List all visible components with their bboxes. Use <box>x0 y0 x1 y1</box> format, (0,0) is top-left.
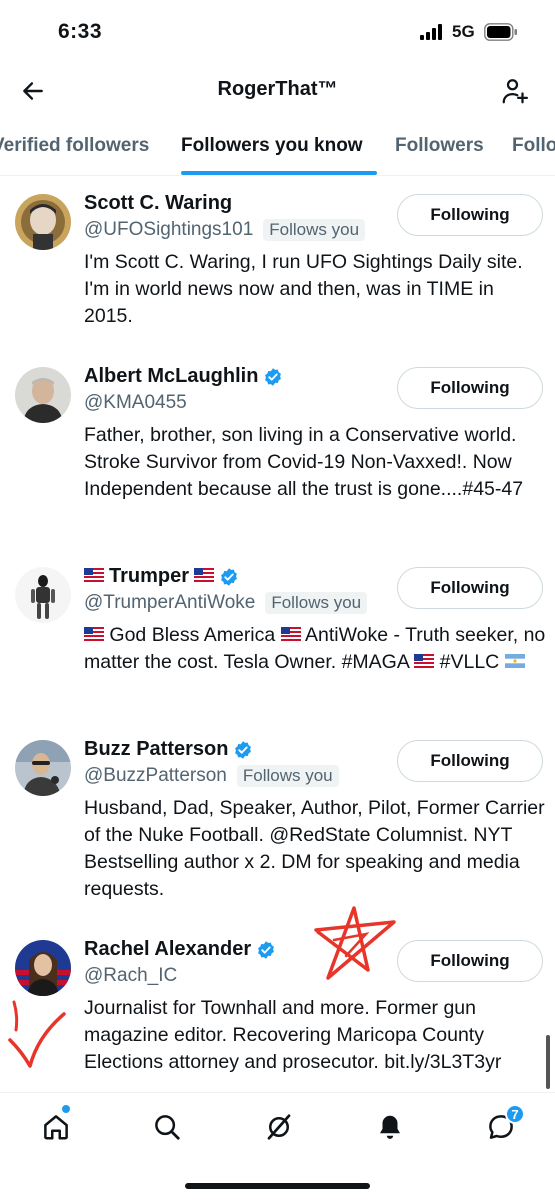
user-handle: @KMA0455 <box>84 392 187 413</box>
us-flag-icon <box>280 626 301 641</box>
messages-badge: 7 <box>505 1104 525 1124</box>
following-button[interactable]: Following <box>397 367 543 409</box>
following-button[interactable]: Following <box>397 194 543 236</box>
verified-badge-icon <box>258 940 275 959</box>
tab-followers[interactable]: Followers <box>395 135 484 157</box>
add-user-icon <box>502 79 528 104</box>
home-notification-dot <box>62 1105 70 1113</box>
avatar[interactable] <box>15 367 71 423</box>
battery-icon <box>484 23 517 41</box>
user-handle: @Rach_IC <box>84 965 178 986</box>
follows-you-badge: Follows you <box>236 765 339 787</box>
scrollbar[interactable] <box>546 1035 550 1089</box>
nav-home[interactable] <box>36 1107 76 1147</box>
verified-badge-icon <box>221 567 237 586</box>
argentina-flag-icon <box>504 653 525 668</box>
avatar[interactable] <box>15 740 71 796</box>
avatar[interactable] <box>15 194 71 250</box>
us-flag-icon <box>84 626 104 641</box>
follows-you-badge: Follows you <box>263 219 366 241</box>
user-handle-line: @BuzzPatterson Follows you <box>84 765 339 787</box>
user-handle-line: @TrumperAntiWoke Follows you <box>84 592 368 614</box>
home-icon <box>44 1115 68 1140</box>
nav-notifications[interactable] <box>370 1107 410 1147</box>
user-handle: @TrumperAntiWoke <box>84 592 256 613</box>
user-name[interactable]: Albert McLaughlin <box>84 365 283 388</box>
verified-badge-icon <box>235 740 252 759</box>
user-handle: @UFOSightings101 <box>84 219 254 240</box>
us-flag-icon <box>194 567 215 582</box>
user-name[interactable]: Rachel Alexander <box>84 938 276 961</box>
following-button[interactable]: Following <box>397 567 543 609</box>
home-indicator <box>185 1183 370 1189</box>
avatar[interactable] <box>15 567 71 623</box>
page-title: RogerThat™ <box>217 78 338 100</box>
bell-icon <box>380 1115 400 1139</box>
us-flag-icon <box>84 567 104 582</box>
verified-badge-icon <box>265 367 282 386</box>
status-time: 6:33 <box>58 20 103 43</box>
user-handle: @BuzzPatterson <box>84 765 227 786</box>
header: RogerThat™ <box>0 62 555 120</box>
signal-icon <box>420 24 442 40</box>
user-bio: Father, brother, son living in a Conserv… <box>84 424 524 500</box>
add-user-button[interactable] <box>496 72 534 110</box>
tab-following[interactable]: Following <box>512 135 555 157</box>
user-name[interactable]: Scott C. Waring <box>84 192 232 215</box>
status-bar: 6:33 5G <box>0 0 555 62</box>
nav-grok[interactable] <box>259 1107 299 1147</box>
user-handle-line: @KMA0455 <box>84 392 187 414</box>
user-name[interactable]: Buzz Patterson <box>84 738 253 761</box>
user-name[interactable]: Trumper <box>84 565 239 588</box>
user-handle-line: @UFOSightings101 Follows you <box>84 219 366 241</box>
following-button[interactable]: Following <box>397 740 543 782</box>
avatar[interactable] <box>15 940 71 996</box>
us-flag-icon <box>414 653 435 668</box>
red-checkmark-annotation <box>8 1000 66 1068</box>
red-star-annotation <box>314 906 396 980</box>
active-tab-indicator <box>181 171 377 175</box>
tab-bar: Verified followers Followers you know Fo… <box>0 120 555 176</box>
user-bio: I'm Scott C. Waring, I run UFO Sightings… <box>84 251 523 327</box>
user-bio: God Bless America AntiWoke - Truth seeke… <box>84 624 546 673</box>
network-label: 5G <box>452 22 475 41</box>
follows-you-badge: Follows you <box>265 592 368 614</box>
tab-followers-you-know[interactable]: Followers you know <box>181 135 363 157</box>
user-bio: Journalist for Townhall and more. Former… <box>84 997 502 1073</box>
user-bio: Husband, Dad, Speaker, Author, Pilot, Fo… <box>84 797 545 900</box>
search-icon <box>155 1115 180 1140</box>
tab-verified-followers[interactable]: Verified followers <box>0 135 149 157</box>
following-button[interactable]: Following <box>397 940 543 982</box>
nav-search[interactable] <box>147 1107 187 1147</box>
grok-icon <box>267 1114 291 1140</box>
user-handle-line: @Rach_IC <box>84 965 177 987</box>
